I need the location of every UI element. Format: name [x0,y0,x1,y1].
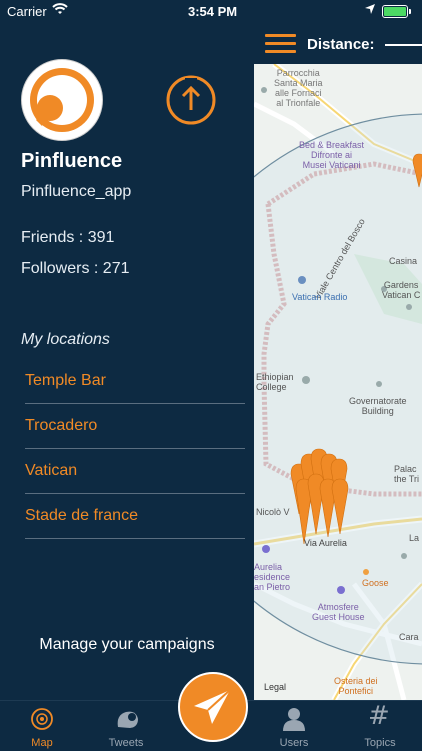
map-label-casina: Casina [389,256,418,266]
location-item[interactable]: Vatican [25,450,245,494]
profile-handle: Pinfluence_app [21,183,132,200]
map-label-goose: Goose [362,578,389,588]
menu-icon[interactable] [265,34,296,54]
location-item[interactable]: Stade de france [25,495,245,539]
location-arrow-icon [365,4,375,14]
map-view[interactable]: Parrocchia Santa Maria alle Fornaci al T… [254,24,422,700]
map-label-palace: Palac the Tri [394,464,420,484]
tab-tweets-label: Tweets [108,737,144,749]
carrier-label: Carrier [7,4,47,19]
logout-icon[interactable] [165,74,217,126]
bird-icon [117,711,138,728]
map-label-gardens: Gardens Vatican C [382,280,421,300]
wifi-icon [52,3,68,14]
tab-map-label: Map [31,737,53,749]
map-label-cara: Cara [399,632,419,642]
map-label-via-aurelia: Via Aurelia [304,538,347,548]
location-item[interactable]: Temple Bar [25,360,245,404]
tab-tweets[interactable]: Tweets [84,701,168,751]
map-label-parrocchia: Parrocchia Santa Maria alle Fornaci al T… [274,68,323,108]
map-label-la: La [409,533,420,543]
map-label-vatican-radio: Vatican Radio [292,292,348,302]
friends-count: Friends : 391 [21,229,115,246]
distance-label: Distance: [307,36,375,53]
tab-users[interactable]: Users [252,701,336,751]
tab-users-label: Users [279,737,309,749]
manage-campaigns-button[interactable]: Manage your campaigns [0,636,254,654]
battery-icon [382,5,411,18]
map-label-osteria: Osteria dei Pontefici [334,676,378,696]
locations-title: My locations [21,331,110,348]
map-legal-link[interactable]: Legal [264,682,286,692]
location-item[interactable]: Trocadero [25,405,245,449]
hashtag-icon: # [368,701,390,731]
distance-slider[interactable] [385,44,422,46]
map-label-ethiopian: Ethiopian College [256,372,294,392]
clock: 3:54 PM [188,4,238,19]
map-label-atmosfere: Atmosfere Guest House [312,602,365,622]
tab-map[interactable]: Map [0,701,84,751]
status-bar: Carrier 3:54 PM [0,0,422,24]
map-label-aurelia-residence: Aurelia esidence an Pietro [254,562,291,592]
map-canvas [254,24,422,700]
followers-count: Followers : 271 [21,260,130,277]
send-location-button[interactable] [178,672,248,742]
paper-plane-icon [194,689,231,724]
user-icon [283,708,305,731]
tab-topics-label: Topics [364,737,396,749]
profile-name: Pinfluence [21,150,123,172]
pinfluence-logo-icon [30,68,94,132]
map-icon [31,708,53,730]
map-label-governatorate: Governatorate Building [349,396,407,416]
avatar[interactable] [21,59,103,141]
map-label-bnb: Bed & Breakfast Difronte ai Musei Vatica… [299,140,365,170]
map-label-nicolo: Nicolò V [256,507,290,517]
tab-topics[interactable]: # Topics [338,701,422,751]
